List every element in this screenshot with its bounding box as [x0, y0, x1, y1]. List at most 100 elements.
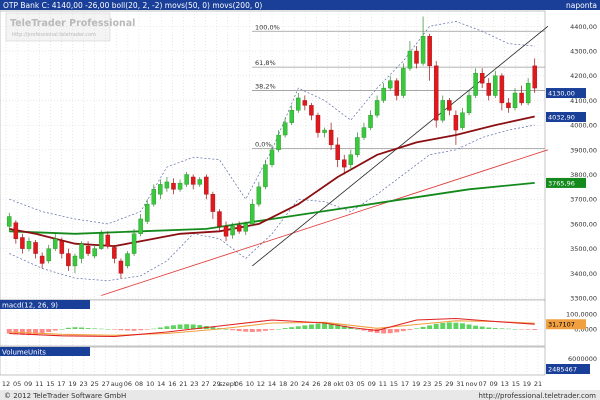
time-tick-label: 23: [190, 380, 198, 388]
candle-body: [427, 36, 432, 67]
candle-body: [381, 87, 386, 101]
candle-body: [447, 100, 452, 111]
candle-body: [276, 134, 281, 151]
candle-body: [355, 137, 360, 155]
time-tick-label: 25: [434, 380, 442, 388]
macd-histogram-bar: [276, 329, 282, 330]
candle-body: [53, 238, 58, 249]
price-tick-label: 3700,00: [570, 196, 597, 204]
candle-body: [289, 110, 294, 123]
macd-histogram-bar: [256, 329, 262, 332]
candle-body: [243, 223, 248, 232]
candle-body: [348, 154, 354, 165]
macd-histogram-bar: [269, 329, 275, 330]
time-tick-label: 09: [24, 380, 32, 388]
macd-histogram-bar: [453, 322, 459, 329]
candle-body: [361, 127, 367, 138]
macd-histogram-bar: [46, 329, 52, 332]
time-tick-label: 19: [523, 380, 531, 388]
time-tick-label: 23: [423, 380, 431, 388]
candle-body: [105, 234, 111, 247]
candle-body: [309, 105, 314, 116]
time-tick-label: 06: [235, 380, 243, 388]
macd-histogram-bar: [295, 326, 301, 329]
macd-histogram-bar: [289, 327, 295, 329]
chart-window: OTP Bank C: 4140,00 -26,00 boll(20, 2, -…: [0, 0, 600, 400]
candle-body: [479, 73, 485, 84]
price-tick-label: 3600,00: [570, 220, 597, 228]
candle-body: [7, 216, 12, 227]
price-tick-label: 3400,00: [570, 270, 597, 278]
chart-title: OTP Bank C: 4140,00 -26,00 boll(20, 2, -…: [3, 1, 262, 10]
candle-body: [519, 92, 524, 104]
candle-body: [263, 164, 268, 188]
candle-body: [394, 80, 400, 96]
candle-body: [112, 247, 117, 259]
macd-histogram-bar: [427, 325, 433, 329]
candle-body: [59, 240, 65, 254]
candle-body: [342, 159, 347, 168]
macd-histogram-bar: [492, 328, 498, 329]
macd-histogram-bar: [400, 329, 406, 332]
time-tick-label: 23: [79, 380, 87, 388]
macd-value-label: 31,7107: [548, 321, 575, 329]
time-tick-label: 26: [312, 380, 320, 388]
time-tick-label: 19: [412, 380, 420, 388]
candle-body: [66, 253, 71, 267]
time-tick-label: 09: [490, 380, 498, 388]
time-tick-label: 14: [268, 380, 276, 388]
candle-body: [315, 115, 321, 133]
time-tick-label: 09: [368, 380, 376, 388]
macd-histogram-bar: [479, 326, 485, 329]
macd-histogram-bar: [59, 329, 65, 330]
candle-body: [420, 36, 426, 64]
time-tick-label: 15: [512, 380, 520, 388]
candle-body: [151, 189, 157, 205]
time-tick-label: 25: [91, 380, 99, 388]
macd-histogram-bar: [302, 325, 308, 329]
time-tick-label: 03: [345, 380, 353, 388]
candle-body: [230, 226, 235, 236]
candle-body: [171, 182, 176, 190]
candle-body: [407, 50, 413, 69]
candle-body: [13, 222, 19, 239]
candle-body: [525, 82, 531, 104]
macd-histogram-bar: [433, 323, 439, 329]
time-tick-label: 16: [168, 380, 176, 388]
candle-body: [269, 149, 275, 165]
time-tick-label: 20: [290, 380, 298, 388]
candle-body: [499, 75, 505, 104]
candle-body: [236, 224, 242, 232]
price-tick-label: 3800,00: [570, 171, 597, 179]
time-tick-label: 17: [401, 380, 409, 388]
macd-histogram-bar: [52, 329, 58, 331]
price-tick-label: 4300,00: [570, 48, 597, 56]
time-tick-label: 11: [35, 380, 43, 388]
price-tick-label: 4400,00: [570, 23, 597, 31]
fib-level-label: 38,2%: [255, 83, 276, 91]
period-label[interactable]: naponta: [566, 1, 597, 10]
macd-histogram-bar: [420, 326, 426, 329]
footer-url[interactable]: http://professional.teletrader.com: [479, 392, 597, 400]
candle-body: [26, 240, 32, 249]
candle-body: [460, 112, 465, 128]
candle-body: [322, 129, 327, 133]
macd-histogram-bar: [79, 327, 84, 329]
time-tick-label: 11: [379, 380, 387, 388]
macd-histogram-bar: [72, 327, 78, 329]
fib-level-label: 0,0%: [255, 141, 272, 149]
macd-histogram-bar: [262, 329, 268, 331]
time-tick-label: 29: [445, 380, 453, 388]
macd-histogram-bar: [125, 329, 130, 331]
candle-body: [473, 73, 478, 96]
price-value-label: 4032,90: [548, 114, 575, 122]
macd-histogram-bar: [249, 329, 255, 332]
candle-body: [368, 115, 373, 128]
macd-histogram-bar: [466, 324, 472, 329]
time-tick-label: 05: [13, 380, 21, 388]
candle-body: [164, 181, 170, 189]
candle-body: [72, 255, 78, 267]
candle-body: [532, 65, 537, 89]
time-tick-label: 19: [68, 380, 76, 388]
volume-value-label: 2485467: [548, 366, 577, 374]
